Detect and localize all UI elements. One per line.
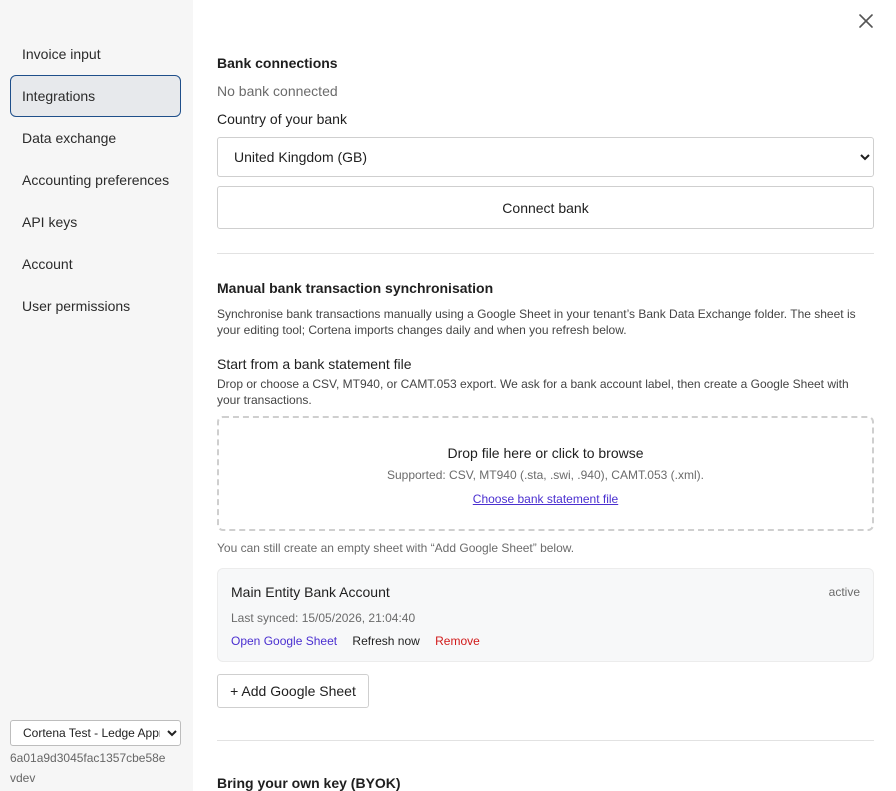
card-actions: Open Google Sheet Refresh now Remove <box>231 634 492 648</box>
bank-connection-status: No bank connected <box>217 83 338 99</box>
byok-title: Bring your own key (BYOK) <box>217 775 401 791</box>
statement-dropzone[interactable]: Drop file here or click to browse Suppor… <box>217 416 874 531</box>
bank-account-name: Main Entity Bank Account <box>231 584 390 600</box>
sidebar-item-api-keys[interactable]: API keys <box>10 201 181 243</box>
statement-title: Start from a bank statement file <box>217 356 412 372</box>
country-select[interactable]: United Kingdom (GB) <box>217 137 874 177</box>
choose-statement-link[interactable]: Choose bank statement file <box>473 492 618 506</box>
bank-account-card: Main Entity Bank Account active Last syn… <box>217 568 874 662</box>
statement-description: Drop or choose a CSV, MT940, or CAMT.053… <box>217 377 849 407</box>
sidebar-item-account[interactable]: Account <box>10 243 181 285</box>
settings-sidebar: Invoice input Integrations Data exchange… <box>0 0 193 791</box>
manual-sync-description: Synchronise bank transactions manually u… <box>217 307 856 337</box>
tenant-select[interactable]: Cortena Test - Ledge Approvals <box>10 720 181 746</box>
section-divider <box>217 253 874 254</box>
section-divider <box>217 740 874 741</box>
remove-button[interactable]: Remove <box>435 634 480 648</box>
settings-nav: Invoice input Integrations Data exchange… <box>10 33 181 327</box>
close-icon[interactable] <box>857 12 875 30</box>
add-google-sheet-button[interactable]: + Add Google Sheet <box>217 674 369 708</box>
empty-sheet-note: You can still create an empty sheet with… <box>217 541 575 555</box>
connect-bank-button[interactable]: Connect bank <box>217 186 874 229</box>
dropzone-supported: Supported: CSV, MT940 (.sta, .swi, .940)… <box>386 468 704 482</box>
manual-sync-title: Manual bank transaction synchronisation <box>217 280 494 296</box>
sidebar-item-data-exchange[interactable]: Data exchange <box>10 117 181 159</box>
tenant-id: 6a01a9d3045fac1357cbe58e <box>10 751 166 765</box>
sidebar-item-accounting-preferences[interactable]: Accounting preferences <box>10 159 181 201</box>
last-synced: Last synced: 15/05/2026, 21:04:40 <box>231 611 416 625</box>
refresh-now-button[interactable]: Refresh now <box>352 634 419 648</box>
sidebar-item-invoice-input[interactable]: Invoice input <box>10 33 181 75</box>
bank-connections-title: Bank connections <box>217 55 338 71</box>
status-badge: active <box>828 585 860 599</box>
dropzone-title: Drop file here or click to browse <box>447 445 644 461</box>
open-google-sheet-link[interactable]: Open Google Sheet <box>231 634 337 648</box>
country-label: Country of your bank <box>217 111 347 127</box>
environment-label: vdev <box>10 771 36 785</box>
sidebar-item-integrations[interactable]: Integrations <box>10 75 181 117</box>
sidebar-item-user-permissions[interactable]: User permissions <box>10 285 181 327</box>
